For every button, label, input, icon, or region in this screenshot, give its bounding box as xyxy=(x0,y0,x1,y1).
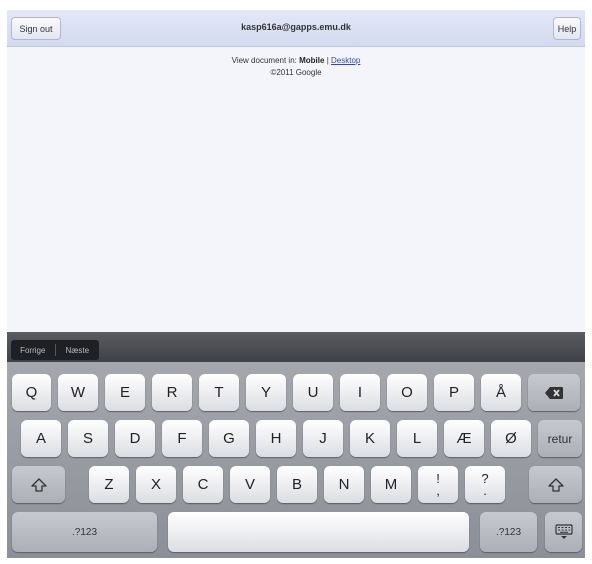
backspace-key[interactable] xyxy=(528,374,580,411)
document-area: View document in: Mobile | Desktop ©2011… xyxy=(7,47,585,332)
mode-mobile: Mobile xyxy=(299,56,325,65)
key-z[interactable]: Z xyxy=(89,466,129,503)
key-r[interactable]: R xyxy=(152,374,192,411)
help-button[interactable]: Help xyxy=(553,17,581,40)
hide-keyboard-key[interactable] xyxy=(545,512,582,552)
key-a[interactable]: A xyxy=(21,420,61,457)
key-g[interactable]: G xyxy=(209,420,249,457)
key-d[interactable]: D xyxy=(115,420,155,457)
key-o[interactable]: O xyxy=(387,374,427,411)
numbers-key-right[interactable]: .?123 xyxy=(480,512,537,552)
key-k[interactable]: K xyxy=(350,420,390,457)
key-period-bottom: . xyxy=(483,482,487,498)
space-bar[interactable] xyxy=(168,512,469,552)
key-v[interactable]: V xyxy=(230,466,270,503)
shift-icon xyxy=(30,477,47,492)
key-aa[interactable]: Å xyxy=(481,374,521,411)
key-q[interactable]: Q xyxy=(12,374,51,411)
prev-next-control: Forrige Næste xyxy=(11,340,99,360)
return-key[interactable]: retur xyxy=(538,420,582,457)
key-b[interactable]: B xyxy=(277,466,317,503)
key-s[interactable]: S xyxy=(68,420,108,457)
account-email: kasp616a@gapps.emu.dk xyxy=(241,22,351,32)
onscreen-keyboard: Forrige Næste Q W E R T Y U I O P Å A S … xyxy=(7,332,585,558)
view-prefix: View document in: xyxy=(231,56,297,65)
key-w[interactable]: W xyxy=(58,374,98,411)
next-field-button[interactable]: Næste xyxy=(56,346,100,355)
key-ae[interactable]: Æ xyxy=(444,420,484,457)
form-assistant-bar: Forrige Næste xyxy=(7,332,585,362)
key-e[interactable]: E xyxy=(105,374,145,411)
ipad-screen: Sign out kasp616a@gapps.emu.dk Help View… xyxy=(7,10,585,558)
shift-key-left[interactable] xyxy=(12,466,65,503)
key-t[interactable]: T xyxy=(199,374,239,411)
numbers-key-left[interactable]: .?123 xyxy=(12,512,157,552)
key-f[interactable]: F xyxy=(162,420,202,457)
key-question-period[interactable]: ? . xyxy=(465,466,505,503)
backspace-icon xyxy=(545,386,563,399)
copyright-text: ©2011 Google xyxy=(270,68,322,77)
key-comma-bottom: , xyxy=(436,482,440,498)
key-n[interactable]: N xyxy=(324,466,364,503)
key-exclamation-comma[interactable]: ! , xyxy=(418,466,458,503)
key-oe[interactable]: Ø xyxy=(491,420,531,457)
shift-key-right[interactable] xyxy=(529,466,582,503)
mode-separator: | xyxy=(326,56,329,65)
previous-field-button[interactable]: Forrige xyxy=(11,346,55,355)
key-h[interactable]: H xyxy=(256,420,296,457)
key-u[interactable]: U xyxy=(293,374,333,411)
key-y[interactable]: Y xyxy=(246,374,286,411)
sign-out-button[interactable]: Sign out xyxy=(11,17,61,40)
key-i[interactable]: I xyxy=(340,374,380,411)
top-toolbar: Sign out kasp616a@gapps.emu.dk Help xyxy=(7,10,585,47)
key-p[interactable]: P xyxy=(434,374,474,411)
key-x[interactable]: X xyxy=(136,466,176,503)
key-j[interactable]: J xyxy=(303,420,343,457)
shift-icon xyxy=(547,477,564,492)
key-l[interactable]: L xyxy=(397,420,437,457)
key-m[interactable]: M xyxy=(371,466,411,503)
view-mode-line: View document in: Mobile | Desktop xyxy=(7,56,585,65)
desktop-link[interactable]: Desktop xyxy=(331,56,360,65)
key-c[interactable]: C xyxy=(183,466,223,503)
keyboard-hide-icon xyxy=(554,524,573,539)
